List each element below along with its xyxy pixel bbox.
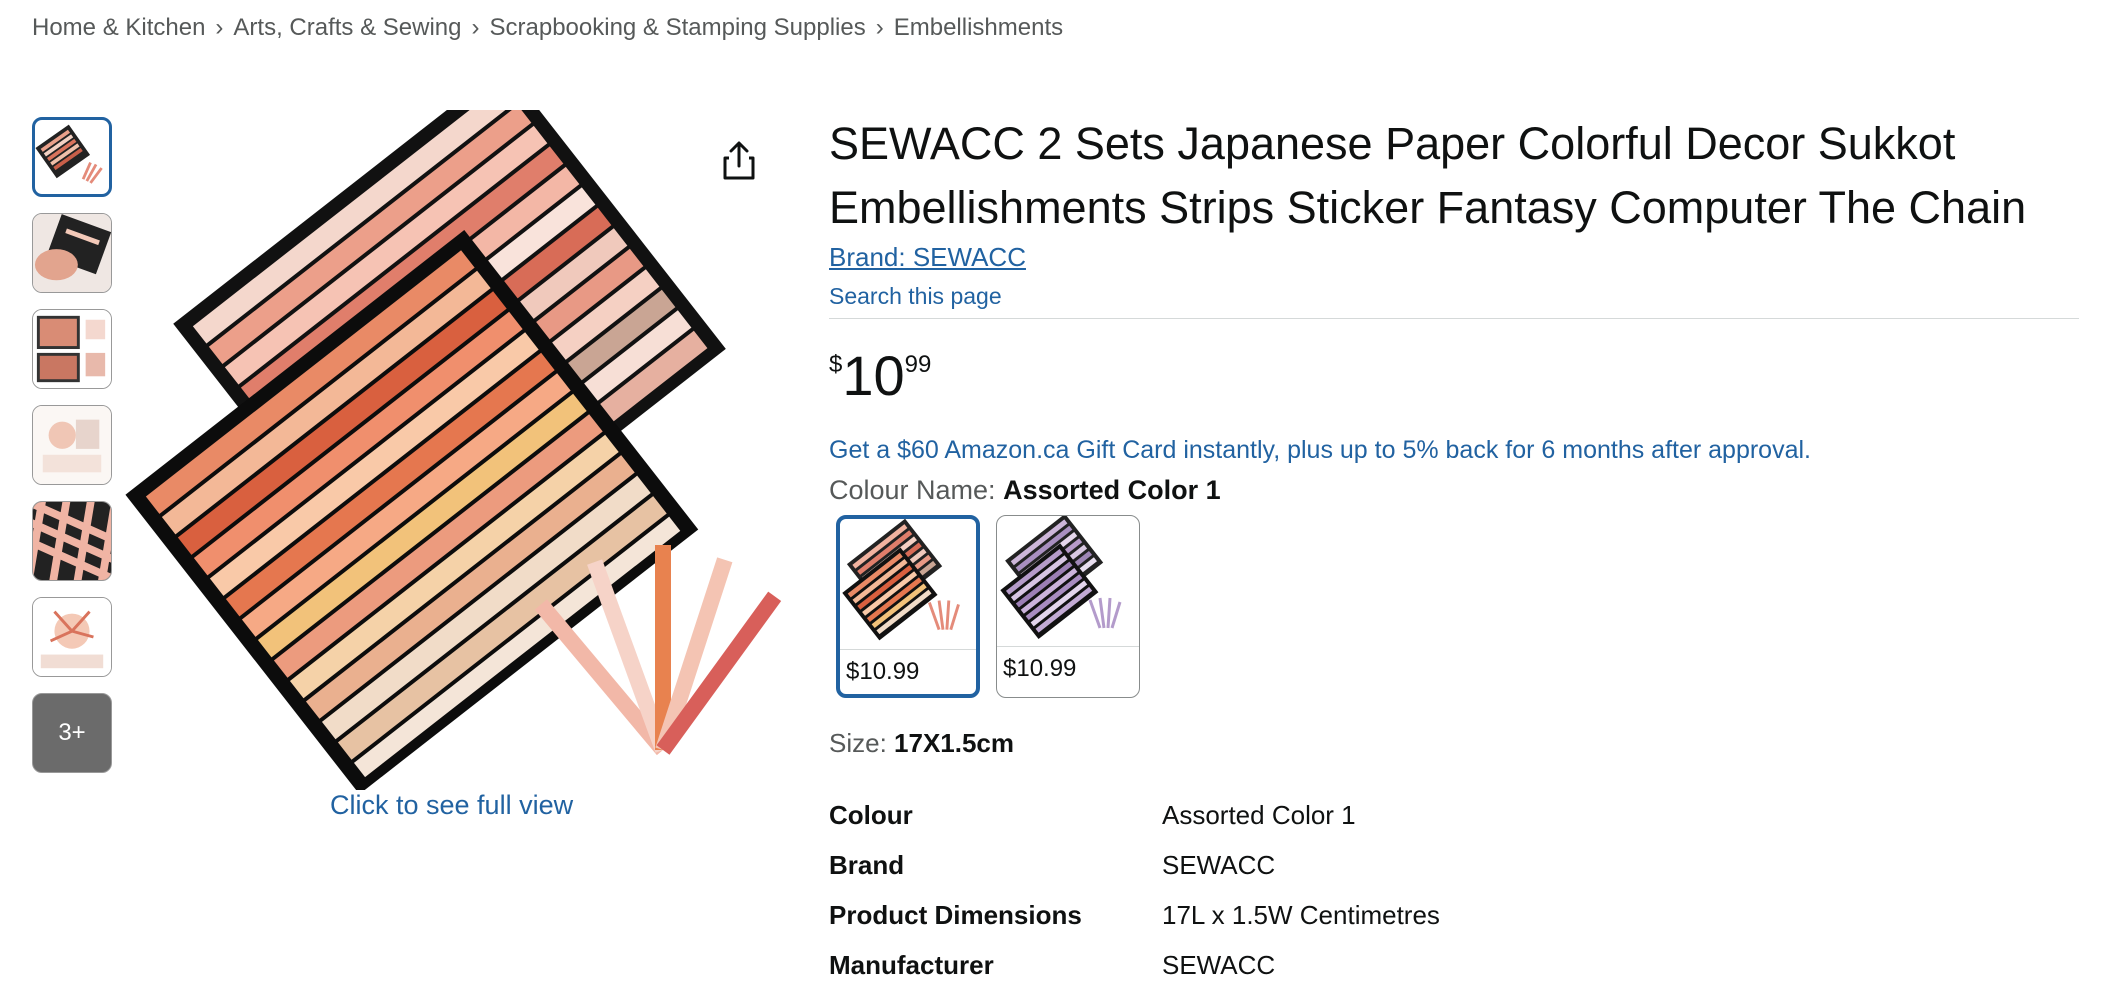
price-symbol: $ xyxy=(829,351,843,378)
spec-key: Brand xyxy=(829,849,905,880)
product-info: SEWACC 2 Sets Japanese Paper Colorful De… xyxy=(829,112,2079,319)
swatch-price: $10.99 xyxy=(1003,655,1077,682)
thumbnail-2[interactable] xyxy=(32,213,112,293)
spec-key: Product Dimensions xyxy=(829,899,1082,930)
colour-swatch-2[interactable]: $10.99 xyxy=(996,515,1140,698)
spec-value: 17L x 1.5W Centimetres xyxy=(1162,899,1440,930)
colour-swatch-1[interactable]: $10.99 xyxy=(836,515,980,698)
brand-link[interactable]: Brand: SEWACC xyxy=(829,242,1026,273)
thumbnail-list: 3+ xyxy=(32,117,112,789)
breadcrumb: Home & Kitchen › Arts, Crafts & Sewing › Scr… xyxy=(32,14,1063,42)
colour-value: Assorted Color 1 xyxy=(1003,475,1221,505)
more-images-button[interactable]: 3+ xyxy=(32,693,112,773)
price-whole: 10 xyxy=(842,344,905,407)
thumbnail-6[interactable] xyxy=(32,597,112,677)
thumbnail-3[interactable] xyxy=(32,309,112,389)
breadcrumb-arts-crafts[interactable]: Arts, Crafts & Sewing xyxy=(233,14,461,41)
spec-row: Brand SEWACC xyxy=(829,840,1440,890)
share-icon[interactable] xyxy=(716,138,762,184)
breadcrumb-embellishments[interactable]: Embellishments xyxy=(894,14,1063,41)
price-fraction: 99 xyxy=(904,351,932,378)
size-value: 17X1.5cm xyxy=(894,728,1015,758)
search-this-page-link[interactable]: Search this page xyxy=(829,283,2079,310)
product-price: $1099 xyxy=(829,343,931,408)
spec-row: Manufacturer SEWACC xyxy=(829,940,1440,990)
colour-swatches: $10.99 $10.99 xyxy=(836,515,1140,698)
breadcrumb-separator: › xyxy=(215,14,224,41)
full-view-link[interactable]: Click to see full view xyxy=(330,790,573,821)
spec-key: Manufacturer xyxy=(829,949,994,980)
swatch-image xyxy=(840,519,976,650)
divider xyxy=(829,318,2079,319)
gift-card-promo-link[interactable]: Get a $60 Amazon.ca Gift Card instantly,… xyxy=(829,436,1811,465)
product-specs-table: Colour Assorted Color 1 Brand SEWACC Pro… xyxy=(829,790,1440,990)
size-row: Size: 17X1.5cm xyxy=(829,728,1014,759)
colour-label: Colour Name: xyxy=(829,475,1004,505)
breadcrumb-home-kitchen[interactable]: Home & Kitchen xyxy=(32,14,205,41)
spec-key: Colour xyxy=(829,799,913,830)
colour-name-row: Colour Name: Assorted Color 1 xyxy=(829,475,1221,506)
spec-value: Assorted Color 1 xyxy=(1162,799,1356,830)
size-label: Size: xyxy=(829,728,895,758)
breadcrumb-separator: › xyxy=(875,14,884,41)
breadcrumb-separator: › xyxy=(471,14,480,41)
breadcrumb-scrapbooking[interactable]: Scrapbooking & Stamping Supplies xyxy=(490,14,866,41)
spec-value: SEWACC xyxy=(1162,849,1276,880)
swatch-image xyxy=(997,516,1139,647)
thumbnail-4[interactable] xyxy=(32,405,112,485)
swatch-price: $10.99 xyxy=(846,658,920,685)
more-images-label: 3+ xyxy=(58,719,86,746)
spec-row: Product Dimensions 17L x 1.5W Centimetre… xyxy=(829,890,1440,940)
main-product-image[interactable] xyxy=(118,110,798,790)
thumbnail-1[interactable] xyxy=(32,117,112,197)
spec-value: SEWACC xyxy=(1162,949,1276,980)
thumbnail-5[interactable] xyxy=(32,501,112,581)
product-title: SEWACC 2 Sets Japanese Paper Colorful De… xyxy=(829,118,2027,233)
spec-row: Colour Assorted Color 1 xyxy=(829,790,1440,840)
